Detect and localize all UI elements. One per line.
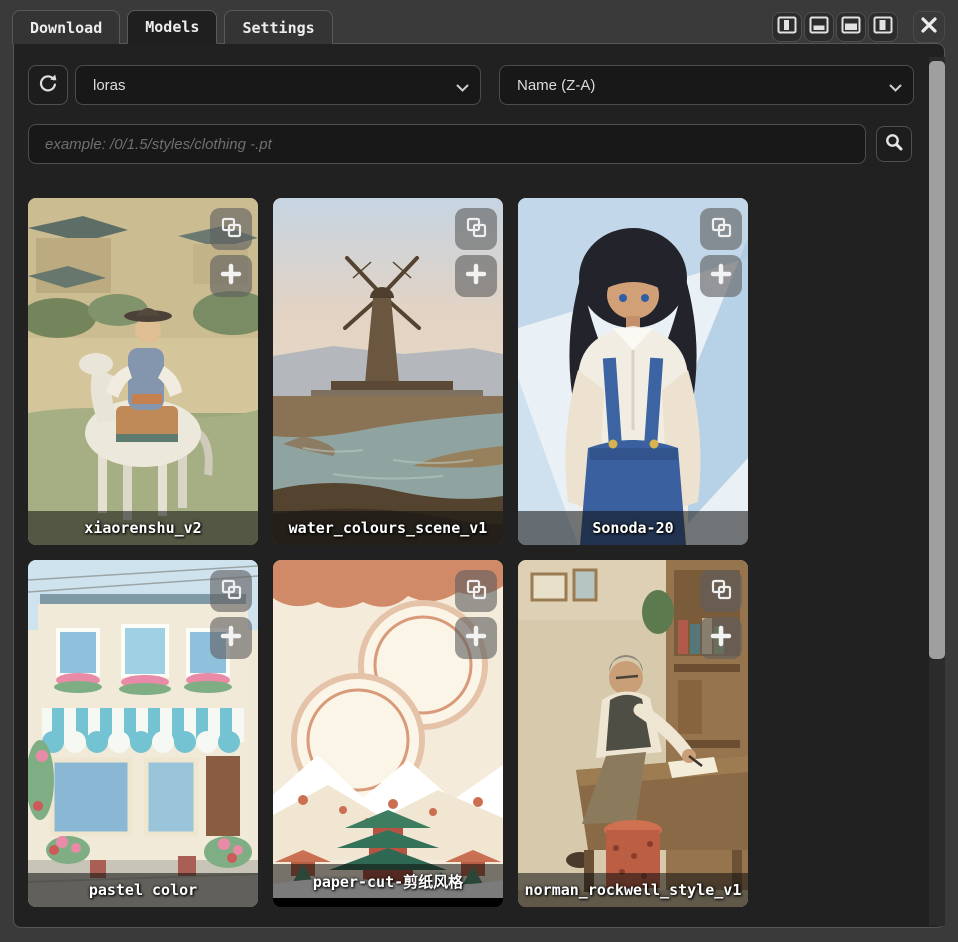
copy-model-button[interactable] (210, 208, 252, 250)
card-label: Sonoda-20 (518, 511, 748, 545)
duplicate-squares-icon (709, 215, 733, 243)
tab-models[interactable]: Models (127, 10, 217, 44)
card-label: paper-cut-剪纸风格 (273, 864, 503, 898)
add-model-button[interactable] (210, 255, 252, 297)
refresh-button[interactable] (28, 65, 68, 105)
plus-icon (710, 263, 732, 289)
card-thumbnail (273, 198, 503, 545)
tab-bar: Download Models Settings (12, 10, 333, 44)
copy-model-button[interactable] (700, 570, 742, 612)
split-left-icon (777, 16, 797, 38)
scrollbar[interactable] (929, 57, 945, 926)
panel-bottom-thin-icon (809, 16, 829, 38)
model-type-value: loras (93, 77, 126, 94)
model-card-pastel-color[interactable]: pastel color (28, 560, 258, 907)
card-label: xiaorenshu_v2 (28, 511, 258, 545)
model-card-water-colours-scene-v1[interactable]: water_colours_scene_v1 (273, 198, 503, 545)
add-model-button[interactable] (700, 617, 742, 659)
search-icon (884, 132, 904, 156)
layout-panel-bottom-button[interactable] (804, 12, 834, 42)
layout-panel-bottom-half-button[interactable] (836, 12, 866, 42)
card-label: norman_rockwell_style_v1 (518, 873, 748, 907)
card-thumbnail (518, 560, 748, 907)
plus-icon (465, 625, 487, 651)
close-icon (920, 16, 938, 38)
duplicate-squares-icon (709, 577, 733, 605)
duplicate-squares-icon (464, 577, 488, 605)
plus-icon (465, 263, 487, 289)
add-model-button[interactable] (700, 255, 742, 297)
card-thumbnail (518, 198, 748, 545)
copy-model-button[interactable] (700, 208, 742, 250)
card-thumbnail (28, 198, 258, 545)
tab-download[interactable]: Download (12, 10, 120, 44)
search-input[interactable] (28, 124, 866, 164)
copy-model-button[interactable] (455, 570, 497, 612)
model-type-select[interactable]: loras (75, 65, 481, 105)
split-right-icon (873, 16, 893, 38)
card-label: water_colours_scene_v1 (273, 511, 503, 545)
window-controls (772, 11, 945, 43)
layout-split-left-button[interactable] (772, 12, 802, 42)
duplicate-squares-icon (464, 215, 488, 243)
tab-settings[interactable]: Settings (224, 10, 332, 44)
plus-icon (710, 625, 732, 651)
chevron-down-icon (889, 80, 902, 97)
card-label: pastel color (28, 873, 258, 907)
copy-model-button[interactable] (210, 570, 252, 612)
panel-bottom-half-icon (841, 16, 861, 38)
add-model-button[interactable] (455, 255, 497, 297)
search-button[interactable] (876, 126, 912, 162)
model-card-paper-cut[interactable]: paper-cut-剪纸风格 (273, 560, 503, 907)
sort-select[interactable]: Name (Z-A) (499, 65, 914, 105)
plus-icon (220, 625, 242, 651)
add-model-button[interactable] (210, 617, 252, 659)
duplicate-squares-icon (219, 215, 243, 243)
add-model-button[interactable] (455, 617, 497, 659)
scrollbar-thumb[interactable] (929, 61, 945, 659)
close-button[interactable] (913, 11, 945, 43)
layout-split-right-button[interactable] (868, 12, 898, 42)
sort-value: Name (Z-A) (517, 77, 595, 94)
duplicate-squares-icon (219, 577, 243, 605)
model-card-xiaorenshu-v2[interactable]: xiaorenshu_v2 (28, 198, 258, 545)
copy-model-button[interactable] (455, 208, 497, 250)
model-card-norman-rockwell-style-v1[interactable]: norman_rockwell_style_v1 (518, 560, 748, 907)
refresh-icon (37, 72, 59, 98)
plus-icon (220, 263, 242, 289)
card-thumbnail (28, 560, 258, 907)
chevron-down-icon (456, 80, 469, 97)
model-card-sonoda-20[interactable]: Sonoda-20 (518, 198, 748, 545)
